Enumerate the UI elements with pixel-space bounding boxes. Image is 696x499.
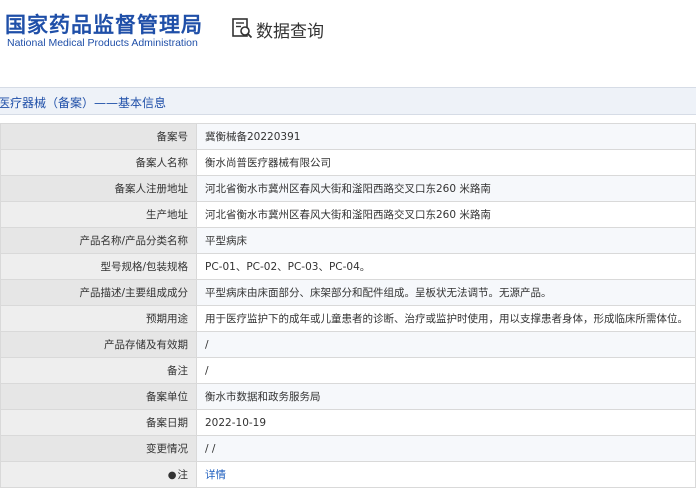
row-label: 生产地址 — [0, 201, 197, 228]
row-label: 型号规格/包装规格 — [0, 253, 197, 280]
row-value: 用于医疗监护下的成年或儿童患者的诊断、治疗或监护时使用，用以支撑患者身体，形成临… — [196, 305, 696, 332]
table-row: 备案人注册地址 河北省衡水市冀州区春风大街和滏阳西路交叉口东260 米路南 — [0, 175, 696, 202]
location-pin-icon: ● — [167, 470, 177, 481]
table-row: 预期用途 用于医疗监护下的成年或儿童患者的诊断、治疗或监护时使用，用以支撑患者身… — [0, 305, 696, 332]
table-row: 型号规格/包装规格 PC-01、PC-02、PC-03、PC-04。 — [0, 253, 696, 280]
site-header: 国家药品监督管理局 National Medical Products Admi… — [0, 0, 696, 64]
row-value: / / — [196, 435, 696, 462]
table-row: 备案人名称 衡水尚普医疗器械有限公司 — [0, 149, 696, 176]
table-row: 产品存储及有效期 / — [0, 331, 696, 358]
table-row: 备注 / — [0, 357, 696, 384]
row-label: 备注 — [0, 357, 197, 384]
site-logo-chinese[interactable]: 国家药品监督管理局 — [5, 9, 203, 39]
row-value: 2022-10-19 — [196, 409, 696, 436]
row-value: / — [196, 357, 696, 384]
details-link[interactable]: 详情 — [205, 469, 226, 481]
note-row-label: ●注 — [0, 461, 197, 488]
row-label: 产品存储及有效期 — [0, 331, 197, 358]
section-title: 医疗器械（备案）——基本信息 — [0, 96, 167, 110]
row-label: 产品名称/产品分类名称 — [0, 227, 197, 254]
row-label: 变更情况 — [0, 435, 197, 462]
row-value: 衡水尚普医疗器械有限公司 — [196, 149, 696, 176]
row-label: 注 — [177, 469, 189, 481]
row-label: 备案日期 — [0, 409, 197, 436]
row-value: 平型病床 — [196, 227, 696, 254]
table-row: ●注 详情 — [0, 461, 696, 488]
data-query-icon — [232, 18, 253, 39]
table-row: 产品名称/产品分类名称 平型病床 — [0, 227, 696, 254]
table-row: 变更情况 / / — [0, 435, 696, 462]
record-info-table: 备案号 冀衡械备20220391 备案人名称 衡水尚普医疗器械有限公司 备案人注… — [0, 123, 696, 488]
table-row: 备案日期 2022-10-19 — [0, 409, 696, 436]
row-value: 河北省衡水市冀州区春风大街和滏阳西路交叉口东260 米路南 — [196, 201, 696, 228]
row-label: 备案单位 — [0, 383, 197, 410]
table-row: 生产地址 河北省衡水市冀州区春风大街和滏阳西路交叉口东260 米路南 — [0, 201, 696, 228]
table-row: 产品描述/主要组成成分 平型病床由床面部分、床架部分和配件组成。呈板状无法调节。… — [0, 279, 696, 306]
row-label: 备案号 — [0, 123, 197, 150]
row-value: 冀衡械备20220391 — [196, 123, 696, 150]
row-value: 河北省衡水市冀州区春风大街和滏阳西路交叉口东260 米路南 — [196, 175, 696, 202]
row-value: 衡水市数据和政务服务局 — [196, 383, 696, 410]
row-value: PC-01、PC-02、PC-03、PC-04。 — [196, 253, 696, 280]
row-label: 预期用途 — [0, 305, 197, 332]
row-value: / — [196, 331, 696, 358]
table-row: 备案单位 衡水市数据和政务服务局 — [0, 383, 696, 410]
page-title: 数据查询 — [256, 22, 324, 42]
row-label: 备案人注册地址 — [0, 175, 197, 202]
row-value: 详情 — [196, 461, 696, 488]
row-label: 备案人名称 — [0, 149, 197, 176]
site-logo-english[interactable]: National Medical Products Administration — [7, 37, 198, 49]
table-row: 备案号 冀衡械备20220391 — [0, 123, 696, 150]
section-header: 医疗器械（备案）——基本信息 — [0, 87, 696, 115]
row-value: 平型病床由床面部分、床架部分和配件组成。呈板状无法调节。无源产品。 — [196, 279, 696, 306]
row-label: 产品描述/主要组成成分 — [0, 279, 197, 306]
